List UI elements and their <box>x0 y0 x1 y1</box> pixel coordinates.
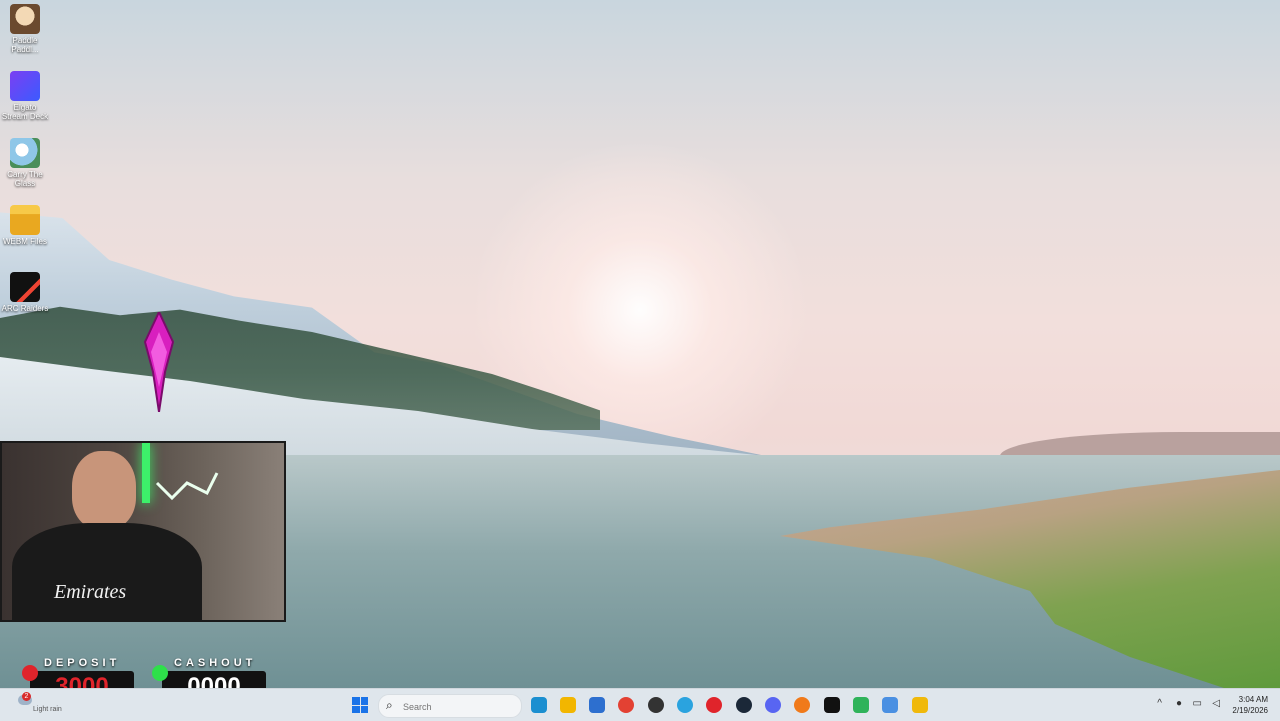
start-button[interactable] <box>352 697 368 713</box>
telegram-icon[interactable] <box>677 697 693 713</box>
microsoft-store-icon[interactable] <box>589 697 605 713</box>
clock-time: 3:04 AM <box>1238 695 1268 704</box>
app-black-icon[interactable] <box>824 697 840 713</box>
desktop-icon-webm-files[interactable]: WEBM Files <box>0 201 50 246</box>
taskbar-search[interactable]: ⌕ <box>378 694 522 718</box>
volume-icon[interactable]: ◁ <box>1212 698 1220 709</box>
network-icon[interactable]: ▭ <box>1193 698 1202 709</box>
webcam-green-light <box>142 443 150 503</box>
opera-icon[interactable] <box>706 697 722 713</box>
steam-icon[interactable] <box>736 697 752 713</box>
webcam-person-head <box>72 451 136 529</box>
clock-date: 2/19/2026 <box>1232 706 1268 715</box>
clock[interactable]: 3:04 AM 2/19/2026 <box>1232 694 1268 716</box>
paddle-icon <box>10 4 40 34</box>
desktop-icon-label: Paddle Paddl... <box>11 36 39 54</box>
desktop-icon-arc-raiders[interactable]: ARC Raiders <box>0 268 50 313</box>
app-red-badge-icon[interactable] <box>648 697 664 713</box>
firefox-icon[interactable] <box>794 697 810 713</box>
chevron-up-icon[interactable]: ^ <box>1157 698 1162 709</box>
file-explorer-icon[interactable] <box>560 697 576 713</box>
cashout-label: CASHOUT <box>174 657 257 669</box>
search-input[interactable] <box>401 698 515 716</box>
desktop-icon-paddle[interactable]: Paddle Paddl... <box>0 0 50 54</box>
app-green-icon[interactable] <box>853 697 869 713</box>
chrome-icon[interactable] <box>618 697 634 713</box>
windows-logo-icon <box>352 697 360 705</box>
webcam-neon-sign <box>155 472 219 501</box>
carry-glass-icon <box>10 138 40 168</box>
pink-crystal-ornament <box>143 312 175 412</box>
folder-icon <box>10 205 40 235</box>
webcam-overlay: Emirates <box>0 441 286 622</box>
search-icon: ⌕ <box>386 698 393 712</box>
webcam-person-body <box>12 523 202 620</box>
desktop-icon-label: Elgato Stream Deck <box>1 103 49 121</box>
weather-text: Light rain <box>33 706 62 713</box>
binance-icon[interactable] <box>912 697 928 713</box>
stream-deck-icon <box>10 71 40 101</box>
desktop-icon-label: ARC Raiders <box>1 304 49 313</box>
edge-icon[interactable] <box>531 697 547 713</box>
desktop-icon-stream-deck[interactable]: Elgato Stream Deck <box>0 67 50 121</box>
deposit-label: DEPOSIT <box>44 657 121 669</box>
desktop-icon-label: Carry The Glass <box>7 170 43 188</box>
app-blue-diamond-icon[interactable] <box>882 697 898 713</box>
desktop-icon-label: WEBM Files <box>3 237 47 246</box>
desktop-icon-carry-glass[interactable]: Carry The Glass <box>0 134 50 188</box>
weather-badge: 2 <box>22 692 31 701</box>
microphone-icon[interactable]: ● <box>1176 698 1182 709</box>
deposit-indicator-icon <box>22 665 38 681</box>
webcam-shirt-text: Emirates <box>54 581 127 603</box>
cashout-indicator-icon <box>152 665 168 681</box>
discord-icon[interactable] <box>765 697 781 713</box>
arc-raiders-icon <box>10 272 40 302</box>
taskbar: 2 Light rain ⌕ ^ ● ▭ ◁ 3:04 AM 2/19/2026 <box>0 688 1280 721</box>
